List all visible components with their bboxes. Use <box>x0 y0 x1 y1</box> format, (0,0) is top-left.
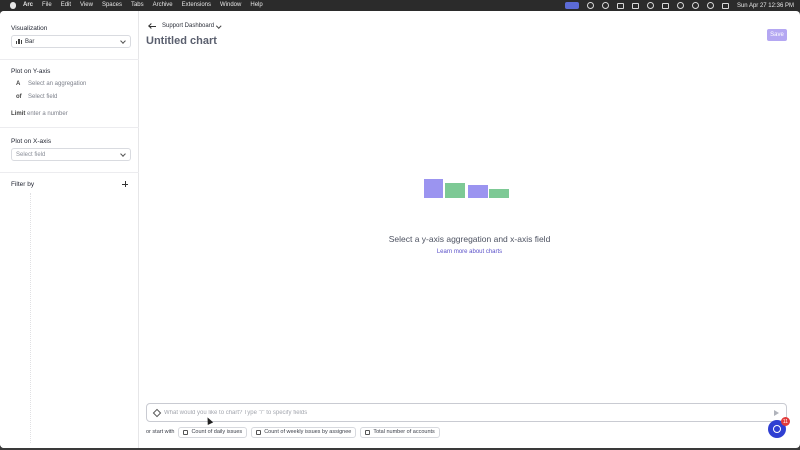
starter-suggestions: or start with Count of daily issues Coun… <box>146 426 440 438</box>
page-title[interactable]: Untitled chart <box>146 35 217 47</box>
empty-state-message: Select a y-axis aggregation and x-axis f… <box>388 234 551 244</box>
menu-tabs[interactable]: Tabs <box>131 0 144 11</box>
control-center-icon[interactable] <box>721 2 729 9</box>
visualization-label: Visualization <box>11 25 48 32</box>
y-field-select[interactable]: Select field <box>28 94 57 100</box>
chevron-down-icon[interactable] <box>216 23 222 29</box>
chevron-down-icon <box>120 38 126 44</box>
aggregation-letter: A <box>16 81 21 87</box>
starter-chip[interactable]: Total number of accounts <box>360 426 440 438</box>
save-button[interactable]: Save <box>767 29 787 41</box>
aggregation-select[interactable]: Select an aggregation <box>28 81 86 87</box>
menu-window[interactable]: Window <box>220 0 241 11</box>
breadcrumb[interactable]: Support Dashboard <box>162 23 214 29</box>
extension-icon[interactable] <box>586 2 594 9</box>
screen-record-icon[interactable] <box>564 2 579 9</box>
hash-icon <box>365 429 371 435</box>
menu-file[interactable]: File <box>42 0 52 11</box>
chart-icon <box>183 429 189 435</box>
menu-clock[interactable]: Sun Apr 27 12:36 PM <box>737 3 794 9</box>
apple-icon[interactable] <box>10 2 16 9</box>
menu-view[interactable]: View <box>80 0 93 11</box>
send-icon[interactable] <box>774 410 779 416</box>
menu-spaces[interactable]: Spaces <box>102 0 122 11</box>
add-filter-icon[interactable] <box>122 181 128 187</box>
menu-help[interactable]: Help <box>250 0 262 11</box>
bluetooth-icon[interactable] <box>676 2 684 9</box>
limit-input[interactable]: enter a number <box>27 111 68 117</box>
empty-chart-illustration <box>424 176 514 198</box>
starter-lead: or start with <box>146 429 175 435</box>
bar-chart-icon <box>16 39 22 44</box>
visualization-select[interactable]: Bar <box>11 35 131 48</box>
y-axis-label: Plot on Y-axis <box>11 68 51 75</box>
search-icon[interactable] <box>706 2 714 9</box>
x-field-select[interactable]: Select field <box>11 148 131 161</box>
limit-label: Limit <box>11 111 26 117</box>
illustration-bar <box>468 185 488 198</box>
cloud-icon[interactable] <box>631 2 639 9</box>
menu-app-name[interactable]: Arc <box>23 0 33 11</box>
chart-icon <box>256 429 262 435</box>
chat-badge: 11 <box>781 417 790 426</box>
divider <box>0 127 139 128</box>
chart-prompt-input[interactable] <box>164 407 764 419</box>
illustration-bar <box>445 183 465 198</box>
battery-icon[interactable] <box>661 2 669 9</box>
x-field-placeholder: Select field <box>16 151 46 158</box>
chevron-down-icon <box>120 151 126 157</box>
menu-extensions[interactable]: Extensions <box>182 0 211 11</box>
sparkle-icon <box>153 409 160 416</box>
illustration-bar <box>489 189 509 198</box>
back-arrow-icon[interactable] <box>148 23 156 29</box>
headphones-icon[interactable] <box>646 2 654 9</box>
sidebar-guide-line <box>30 193 31 443</box>
wifi-icon[interactable] <box>691 2 699 9</box>
of-label: of <box>16 94 22 100</box>
starter-chip[interactable]: Count of daily issues <box>178 426 248 438</box>
menu-edit[interactable]: Edit <box>61 0 71 11</box>
dropbox-icon[interactable] <box>616 2 624 9</box>
chart-config-sidebar: Visualization Bar Plot on Y-axis A Selec… <box>0 11 139 448</box>
circle-status-icon[interactable] <box>601 2 609 9</box>
starter-chip[interactable]: Count of weekly issues by assignee <box>251 426 357 438</box>
menu-items: Arc File Edit View Spaces Tabs Archive E… <box>23 0 263 11</box>
visualization-value: Bar <box>25 38 35 45</box>
menu-archive[interactable]: Archive <box>153 0 173 11</box>
menu-bar: Arc File Edit View Spaces Tabs Archive E… <box>0 0 800 11</box>
status-tray: Sun Apr 27 12:36 PM <box>564 0 794 11</box>
x-axis-label: Plot on X-axis <box>11 138 52 145</box>
app-window: Visualization Bar Plot on Y-axis A Selec… <box>0 11 800 448</box>
filter-label: Filter by <box>11 181 35 188</box>
chart-main-area: Support Dashboard Untitled chart Save Se… <box>139 11 800 448</box>
learn-more-link[interactable]: Learn more about charts <box>139 249 800 255</box>
chart-prompt-bar <box>146 403 787 422</box>
divider <box>0 172 139 173</box>
divider <box>0 59 139 60</box>
illustration-bar <box>424 179 443 198</box>
